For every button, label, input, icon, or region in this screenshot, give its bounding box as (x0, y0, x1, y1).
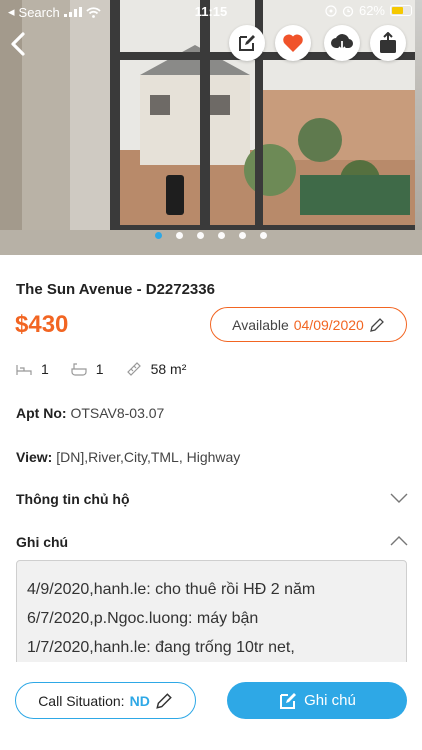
bathroom-count: 1 (95, 361, 104, 377)
photo-pager[interactable] (0, 232, 422, 239)
apt-number-row: Apt No: OTSAV8-03.07 (16, 405, 164, 421)
listing-specs: 1 1 58 m² (16, 361, 208, 377)
area-value: 58 m² (150, 361, 187, 377)
listing-title: The Sun Avenue - D2272336 (16, 281, 215, 298)
edit-icon (239, 35, 255, 51)
note-line: 4/9/2020,hanh.le: cho thuê rồi HĐ 2 năm (27, 581, 316, 598)
heart-icon (283, 34, 303, 52)
notes-box[interactable]: 4/9/2020,hanh.le: cho thuê rồi HĐ 2 năm … (16, 560, 407, 670)
bedroom-spec: 1 (16, 361, 49, 377)
bathtub-icon (71, 363, 87, 376)
listing-photo[interactable]: ◂ Search 11:15 62% (0, 0, 422, 255)
chevron-down-icon (390, 493, 408, 503)
call-situation-button[interactable]: Call Situation: ND (15, 682, 196, 719)
notes-label: Ghi chú (16, 534, 69, 550)
battery-percent: 62% (358, 3, 385, 18)
view-label: View: (16, 449, 53, 465)
owner-info-label: Thông tin chủ hộ (16, 491, 130, 507)
chevron-up-icon (390, 536, 408, 546)
location-icon (325, 4, 337, 17)
add-note-label: Ghi chú (304, 692, 356, 709)
share-button[interactable] (370, 25, 406, 61)
listing-price: $430 (15, 311, 69, 338)
apt-number-value: OTSAV8-03.07 (70, 405, 165, 421)
view-value: [DN],River,City,TML, Highway (56, 449, 241, 465)
alarm-icon (342, 5, 354, 17)
note-line: 6/7/2020,p.Ngoc.luong: máy bận (27, 610, 259, 627)
availability-button[interactable]: Available 04/09/2020 (210, 307, 407, 342)
pencil-icon (369, 317, 384, 332)
pager-dot[interactable] (260, 232, 267, 239)
call-situation-label: Call Situation: (38, 692, 125, 709)
pager-dot[interactable] (155, 232, 162, 239)
bathroom-spec: 1 (71, 361, 104, 377)
bottom-action-bar: Call Situation: ND Ghi chú (0, 662, 422, 750)
edit-icon (280, 692, 297, 709)
download-button[interactable] (324, 25, 360, 61)
bed-icon (16, 365, 32, 375)
pencil-icon (156, 692, 172, 709)
share-icon (380, 32, 396, 53)
pager-dot[interactable] (176, 232, 183, 239)
apt-number-label: Apt No: (16, 405, 67, 421)
battery-icon (390, 5, 412, 16)
pager-dot[interactable] (197, 232, 204, 239)
pager-dot[interactable] (239, 232, 246, 239)
back-button[interactable] (6, 28, 34, 60)
area-spec: 58 m² (126, 361, 187, 377)
owner-info-section[interactable]: Thông tin chủ hộ (16, 491, 408, 507)
bedroom-count: 1 (41, 361, 49, 377)
chevron-left-icon (11, 32, 25, 56)
call-situation-value: ND (129, 692, 150, 709)
note-line: 1/7/2020,hanh.le: đang trống 10tr net, (27, 639, 295, 656)
cloud-download-icon (331, 34, 354, 52)
view-row: View: [DN],River,City,TML, Highway (16, 449, 240, 465)
add-note-button[interactable]: Ghi chú (227, 682, 407, 719)
edit-button[interactable] (229, 25, 265, 61)
status-bar: ◂ Search 11:15 62% (0, 0, 422, 22)
favorite-button[interactable] (275, 25, 311, 61)
notes-section[interactable]: Ghi chú (16, 534, 408, 550)
availability-date: 04/09/2020 (293, 316, 364, 333)
ruler-icon (126, 362, 141, 376)
availability-label: Available (232, 316, 289, 333)
pager-dot[interactable] (218, 232, 225, 239)
